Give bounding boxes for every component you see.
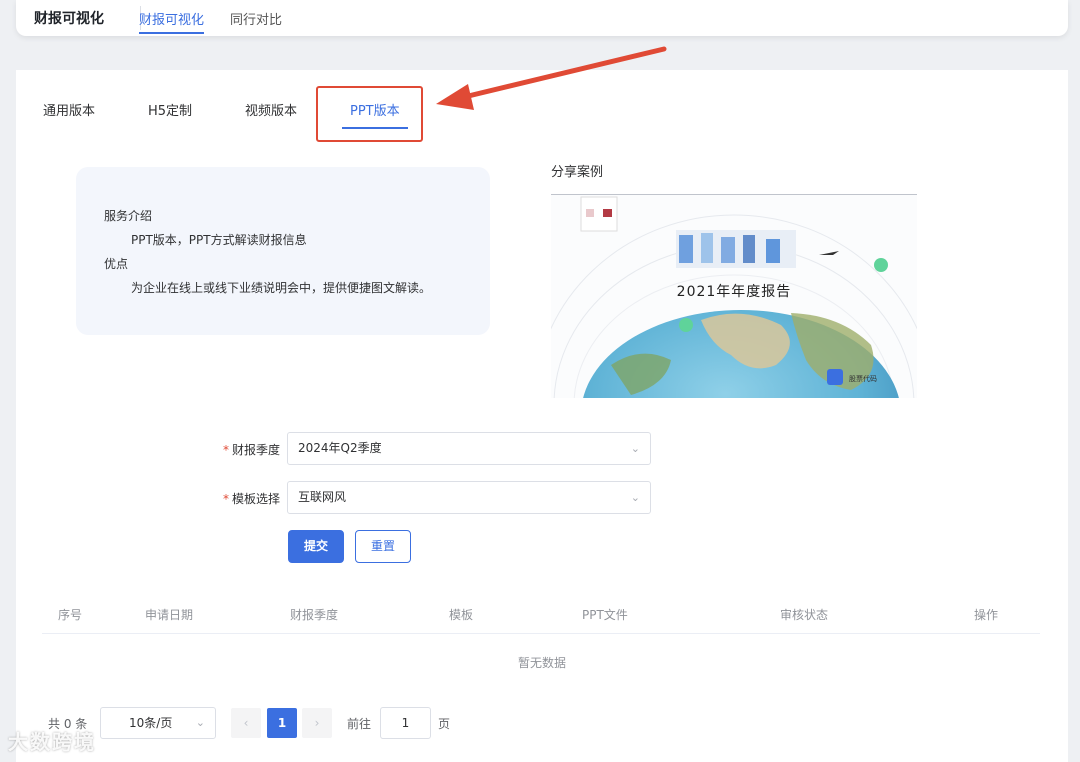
annotation-arrow-icon — [436, 46, 667, 110]
prev-page-button[interactable]: ‹ — [231, 708, 261, 738]
column-header-quarter: 财报季度 — [290, 608, 339, 622]
page-suffix: 页 — [438, 717, 451, 731]
goto-page-input[interactable]: 1 — [380, 707, 431, 739]
page-number-button[interactable]: 1 — [267, 708, 297, 738]
column-header-review-status: 审核状态 — [780, 608, 829, 622]
watermark-logo: 大数跨境 — [8, 730, 96, 754]
chevron-down-icon: ⌄ — [195, 716, 205, 729]
table-header-divider — [42, 633, 1040, 634]
nav-peer-comparison[interactable]: 同行对比 — [230, 9, 282, 28]
chevron-left-icon: ‹ — [243, 716, 249, 730]
tab-h5[interactable]: H5定制 — [148, 100, 192, 119]
submit-button[interactable]: 提交 — [288, 530, 344, 563]
page-size-select[interactable]: 10条/页 ⌄ — [100, 707, 216, 739]
annotation-highlight-box — [316, 86, 423, 142]
case-image-caption: 2021年年度报告 — [677, 284, 792, 300]
chevron-down-icon: ⌄ — [630, 442, 640, 455]
quarter-label: * 财报季度 — [222, 443, 280, 457]
tab-general[interactable]: 通用版本 — [43, 100, 95, 119]
chevron-down-icon: ⌄ — [630, 491, 640, 504]
quarter-select[interactable]: 2024年Q2季度 ⌄ — [287, 432, 651, 465]
template-select[interactable]: 互联网风 ⌄ — [287, 481, 651, 514]
case-image-small-text: 股票代码 — [849, 374, 877, 383]
app-title: 财报可视化 — [34, 11, 104, 27]
case-preview-image: 2021年年度报告 股票代码 — [551, 195, 917, 398]
advantage-heading: 优点 — [104, 257, 129, 271]
case-title: 分享案例 — [551, 165, 604, 180]
column-header-index: 序号 — [58, 608, 83, 622]
nav-financial-visualization[interactable]: 财报可视化 — [139, 9, 205, 34]
chevron-right-icon: › — [314, 716, 320, 730]
column-header-actions: 操作 — [974, 608, 999, 622]
service-intro-card: 服务介绍 PPT版本，PPT方式解读财报信息 优点 为企业在线上或线下业绩说明会… — [76, 167, 490, 335]
advantage-text: 为企业在线上或线下业绩说明会中，提供便捷图文解读。 — [131, 281, 432, 295]
top-bar: 财报可视化 财报可视化 同行对比 — [16, 0, 1068, 36]
table-empty-text: 暂无数据 — [517, 656, 566, 670]
column-header-date: 申请日期 — [145, 608, 194, 622]
main-panel: 通用版本 H5定制 视频版本 PPT版本 服务介绍 PPT版本，PPT方式解读财… — [16, 70, 1068, 762]
service-heading: 服务介绍 — [104, 209, 153, 223]
reset-button[interactable]: 重置 — [355, 530, 411, 563]
goto-label: 前往 — [347, 717, 372, 731]
column-header-template: 模板 — [449, 608, 474, 622]
tab-video[interactable]: 视频版本 — [245, 100, 297, 119]
service-text: PPT版本，PPT方式解读财报信息 — [131, 233, 307, 247]
template-label: * 模板选择 — [222, 492, 280, 506]
next-page-button[interactable]: › — [302, 708, 332, 738]
column-header-ppt-file: PPT文件 — [582, 608, 628, 622]
